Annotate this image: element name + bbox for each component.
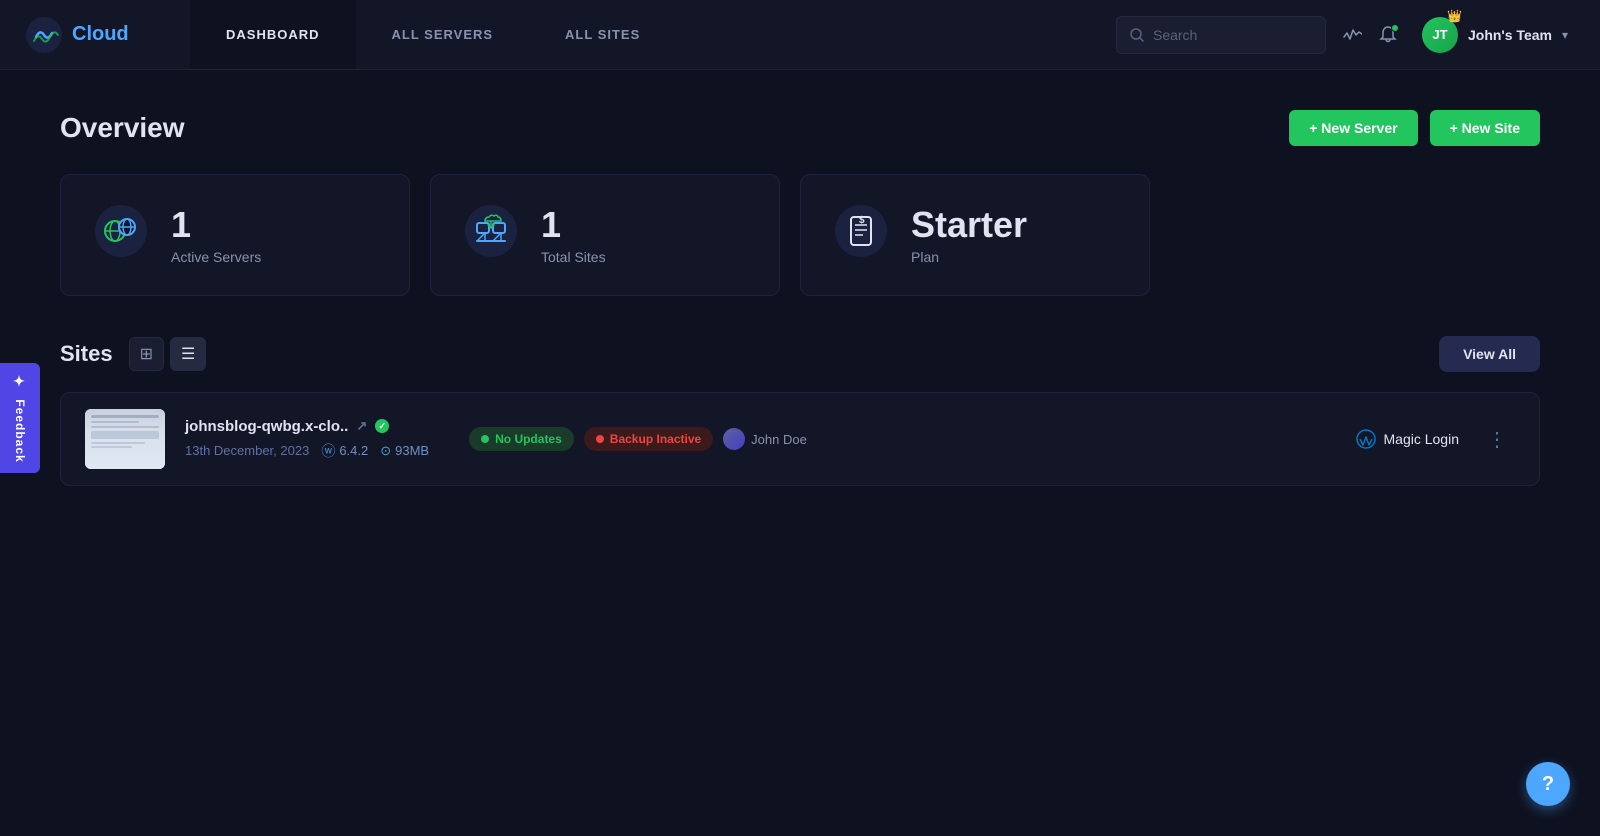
site-meta: 13th December, 2023 ⓦ 6.4.2 ⊙ 93MB	[185, 441, 429, 461]
servers-label: Active Servers	[171, 249, 261, 265]
sites-header: Sites ⊞ ☰ View All	[60, 336, 1540, 372]
sites-label: Total Sites	[541, 249, 606, 265]
backup-inactive-dot	[596, 435, 604, 443]
plan-stat-info: Starter Plan	[911, 205, 1027, 265]
servers-icon	[93, 203, 149, 267]
avatar: JT 👑	[1422, 17, 1458, 53]
site-user-badge: John Doe	[723, 428, 807, 450]
search-icon	[1129, 27, 1145, 43]
stat-cards: 1 Active Servers	[60, 174, 1540, 296]
grid-icon: ⊞	[140, 346, 153, 363]
site-thumbnail-image	[85, 409, 165, 469]
view-all-button[interactable]: View All	[1439, 336, 1540, 372]
chevron-down-icon: ▾	[1562, 28, 1568, 42]
activity-icon-button[interactable]	[1342, 25, 1362, 45]
feedback-label: ✦ Feedback	[12, 374, 28, 463]
site-badges: No Updates Backup Inactive John Doe	[469, 427, 807, 451]
logo[interactable]: Cloud	[0, 15, 190, 55]
no-updates-badge: No Updates	[469, 427, 574, 451]
no-updates-dot	[481, 435, 489, 443]
team-name: John's Team	[1468, 27, 1552, 43]
search-input[interactable]	[1153, 27, 1313, 43]
help-button[interactable]: ?	[1526, 762, 1570, 806]
action-buttons: + New Server + New Site	[1289, 110, 1540, 146]
user-menu[interactable]: JT 👑 John's Team ▾	[1414, 13, 1576, 57]
site-date: 13th December, 2023	[185, 443, 309, 458]
sites-title: Sites	[60, 341, 113, 367]
nav-link-all-sites[interactable]: ALL SITES	[529, 0, 676, 69]
site-info: johnsblog-qwbg.x-clo.. ↗ 13th December, …	[185, 418, 429, 461]
new-site-button[interactable]: + New Site	[1430, 110, 1540, 146]
plan-icon: $	[833, 203, 889, 267]
sites-icon	[463, 203, 519, 267]
crown-icon: 👑	[1447, 9, 1462, 23]
servers-count: 1	[171, 205, 261, 245]
stat-card-plan: $ Starter Plan	[800, 174, 1150, 296]
backup-inactive-badge: Backup Inactive	[584, 427, 713, 451]
nav-link-all-servers[interactable]: ALL SERVERS	[356, 0, 530, 69]
database-size: ⊙ 93MB	[380, 443, 429, 459]
grid-view-button[interactable]: ⊞	[129, 337, 164, 371]
database-icon: ⊙	[380, 443, 391, 459]
logo-icon	[24, 15, 64, 55]
servers-stat-info: 1 Active Servers	[171, 205, 261, 265]
stat-card-servers: 1 Active Servers	[60, 174, 410, 296]
activity-icon	[1342, 25, 1362, 45]
nav-links: DASHBOARD ALL SERVERS ALL SITES	[190, 0, 676, 69]
feedback-tab[interactable]: ✦ Feedback	[0, 363, 40, 473]
notifications-icon-button[interactable]	[1378, 25, 1398, 45]
site-name: johnsblog-qwbg.x-clo.. ↗	[185, 418, 429, 435]
nav-right: JT 👑 John's Team ▾	[1116, 13, 1600, 57]
site-actions: Magic Login ⋮	[1356, 423, 1516, 456]
user-avatar-small	[723, 428, 745, 450]
overview-header: Overview + New Server + New Site	[60, 110, 1540, 146]
new-server-button[interactable]: + New Server	[1289, 110, 1417, 146]
external-link-icon[interactable]: ↗	[356, 418, 367, 434]
notification-dot	[1391, 24, 1399, 32]
more-options-button[interactable]: ⋮	[1479, 423, 1515, 456]
site-row: johnsblog-qwbg.x-clo.. ↗ 13th December, …	[60, 392, 1540, 486]
wordpress-logo-icon	[1356, 429, 1376, 449]
list-icon: ☰	[181, 346, 195, 363]
stat-card-sites: 1 Total Sites	[430, 174, 780, 296]
wordpress-version: ⓦ 6.4.2	[321, 441, 368, 461]
sites-count: 1	[541, 205, 606, 245]
site-active-status	[375, 419, 389, 433]
plan-label: Plan	[911, 249, 1027, 265]
navbar: Cloud DASHBOARD ALL SERVERS ALL SITES	[0, 0, 1600, 70]
list-view-button[interactable]: ☰	[170, 337, 206, 371]
nav-link-dashboard[interactable]: DASHBOARD	[190, 0, 356, 69]
view-toggle: ⊞ ☰	[129, 337, 207, 371]
search-box[interactable]	[1116, 16, 1326, 54]
magic-login-button[interactable]: Magic Login	[1356, 429, 1460, 449]
svg-text:$: $	[859, 215, 865, 226]
main-content: Overview + New Server + New Site 1	[0, 70, 1600, 526]
plan-name: Starter	[911, 205, 1027, 245]
page-title: Overview	[60, 112, 185, 144]
site-thumbnail	[85, 409, 165, 469]
wordpress-icon: ⓦ	[321, 441, 335, 461]
sites-stat-info: 1 Total Sites	[541, 205, 606, 265]
logo-text: Cloud	[72, 23, 129, 46]
